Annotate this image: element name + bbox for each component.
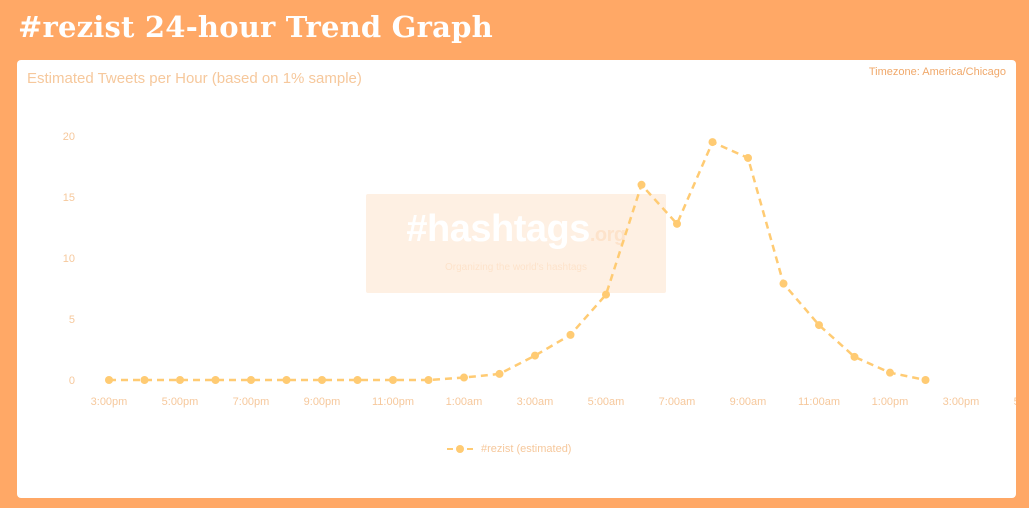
x-tick-label: 7:00am [659, 396, 696, 408]
x-tick-label: 3:00am [517, 396, 554, 408]
data-point [460, 373, 468, 382]
x-tick-label: 9:00am [730, 396, 767, 408]
data-point [637, 180, 646, 189]
data-point [850, 352, 859, 361]
data-point [495, 369, 504, 378]
chart-panel: Estimated Tweets per Hour (based on 1% s… [17, 60, 1016, 498]
data-point [176, 376, 184, 384]
x-tick-label: 11:00am [798, 396, 840, 408]
data-point [389, 376, 397, 384]
data-point [673, 219, 681, 228]
data-point [282, 376, 291, 384]
x-tick-label: 5:00pm [162, 396, 199, 408]
data-point [318, 376, 326, 384]
data-point [247, 376, 255, 384]
data-point [211, 376, 220, 384]
data-point [744, 153, 752, 162]
x-tick-label: 3:00pm [91, 396, 128, 408]
data-point [921, 376, 930, 384]
data-point [140, 376, 149, 384]
x-tick-label: 3:00pm [943, 396, 980, 408]
y-tick-label: 0 [69, 375, 75, 387]
y-tick-label: 20 [63, 131, 75, 143]
data-point [105, 376, 113, 384]
y-tick-label: 5 [69, 314, 75, 326]
data-point [708, 138, 717, 147]
y-tick-label: 10 [63, 253, 75, 265]
x-tick-label: 7:00pm [233, 396, 270, 408]
data-point [424, 376, 433, 384]
series-line [109, 140, 926, 382]
line-chart: 0 5 10 15 20 3:00pm 5:00pm 7:00pm 9:00pm 11:00pm 1… [63, 131, 1016, 408]
data-point [353, 376, 362, 384]
data-point [815, 321, 823, 330]
y-tick-label: 15 [63, 192, 75, 204]
data-point [602, 290, 610, 299]
data-point [886, 368, 894, 377]
x-tick-label: 5:00am [588, 396, 625, 408]
x-tick-label: 1:00pm [872, 396, 909, 408]
x-tick-label: 1:00am [446, 396, 483, 408]
page-frame: #rezist 24-hour Trend Graph Estimated Tw… [0, 0, 1029, 508]
data-point [531, 351, 539, 360]
chart-legend[interactable]: #rezist (estimated) [447, 443, 571, 455]
data-point [779, 279, 788, 288]
legend-label: #rezist (estimated) [481, 443, 572, 455]
legend-swatch-icon [447, 444, 473, 454]
data-point [566, 330, 575, 339]
x-tick-label: 5:00pm [1014, 396, 1016, 408]
page-title: #rezist 24-hour Trend Graph [18, 10, 493, 44]
x-tick-label: 9:00pm [304, 396, 341, 408]
x-tick-label: 11:00pm [372, 396, 414, 408]
